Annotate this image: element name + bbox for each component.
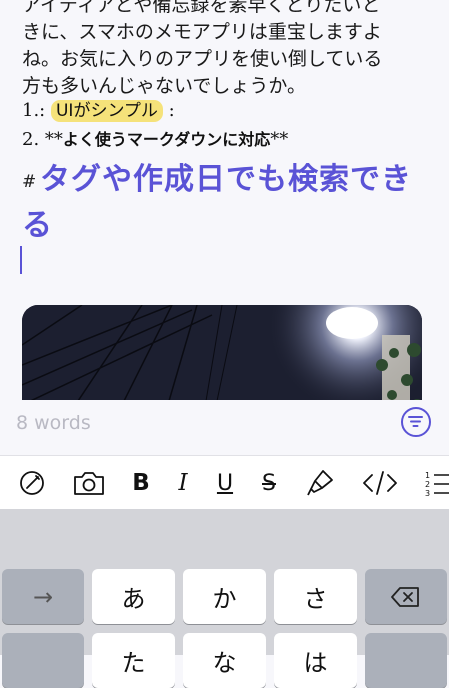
undo-key[interactable] (2, 633, 84, 688)
japanese-keyboard: → あ か さ た な は (0, 509, 449, 688)
space-key[interactable] (365, 633, 447, 688)
italic-button[interactable]: I (165, 466, 201, 500)
paragraph-line: ね。お気に入りのアプリを使い倒している (22, 48, 383, 70)
camera-button[interactable] (71, 466, 107, 500)
code-button[interactable] (358, 466, 402, 500)
next-candidate-key[interactable]: → (2, 569, 84, 624)
filter-button[interactable] (401, 407, 431, 437)
highlighter-button[interactable] (302, 466, 338, 500)
key-na[interactable]: な (183, 633, 266, 688)
pen-tool-button[interactable] (14, 466, 50, 500)
key-ta[interactable]: た (92, 633, 175, 688)
note-heading: タグや作成日でも検索でき る (22, 157, 440, 249)
arrow-right-icon: → (32, 582, 54, 611)
bold-button[interactable]: B (123, 466, 159, 500)
note-paragraph: アイディアとや備忘録を素早くとりたいと きに、スマホのメモアプリは重宝しますよ … (22, 0, 422, 100)
svg-text:1: 1 (425, 471, 430, 480)
key-ha[interactable]: は (274, 633, 357, 688)
heading-marker: # (22, 172, 37, 192)
key-label: た (121, 649, 146, 677)
key-ka[interactable]: か (183, 569, 266, 624)
list-item-suffix: : (168, 100, 175, 121)
format-toolbar: B I U S 1 2 3 (0, 455, 449, 510)
strikethrough-button[interactable]: S (251, 466, 287, 500)
italic-icon: I (178, 470, 188, 496)
list-item-number: 1.: (22, 100, 46, 121)
text-cursor (20, 246, 22, 274)
bold-icon: B (132, 470, 150, 496)
list-item-1: 1.: UIがシンプル : (22, 96, 175, 122)
highlighter-icon (307, 470, 333, 496)
filter-circle-icon (408, 416, 423, 427)
numbered-list-icon: 1 2 3 (425, 471, 449, 498)
underline-button[interactable]: U (207, 466, 243, 500)
key-a[interactable]: あ (92, 569, 175, 624)
pen-circle-icon (20, 471, 44, 495)
key-label: か (212, 585, 237, 613)
underline-icon: U (216, 470, 234, 496)
key-label: な (212, 649, 237, 677)
backspace-icon (391, 586, 419, 607)
key-label: さ (303, 585, 328, 613)
svg-text:2: 2 (425, 480, 430, 489)
paragraph-line: アイディアとや備忘録を素早くとりたいと (22, 0, 381, 16)
night-photo-image (22, 305, 422, 400)
list-item-2: 2. **よく使うマークダウンに対応** (22, 126, 288, 150)
numbered-list-button[interactable]: 1 2 3 (421, 466, 449, 500)
word-count: 8 words (16, 412, 91, 434)
attached-photo[interactable] (22, 305, 422, 400)
key-sa[interactable]: さ (274, 569, 357, 624)
strikethrough-icon: S (262, 470, 276, 496)
code-icon (363, 471, 397, 495)
highlighted-text: UIがシンプル (50, 100, 163, 122)
key-label: あ (121, 585, 146, 613)
svg-text:3: 3 (425, 489, 430, 498)
note-editor[interactable]: アイディアとや備忘録を素早くとりたいと きに、スマホのメモアプリは重宝しますよ … (0, 0, 449, 400)
bold-text: よく使うマークダウンに対応 (62, 130, 271, 149)
paragraph-line: きに、スマホのメモアプリは重宝しますよ (22, 21, 382, 43)
list-item-suffix: ** (270, 129, 289, 150)
heading-line: タグや作成日でも検索でき (40, 162, 412, 197)
camera-icon (74, 472, 104, 495)
key-label: は (303, 649, 328, 677)
delete-key[interactable] (365, 569, 447, 624)
heading-line: る (22, 208, 53, 243)
list-item-number: 2. ** (22, 129, 63, 150)
